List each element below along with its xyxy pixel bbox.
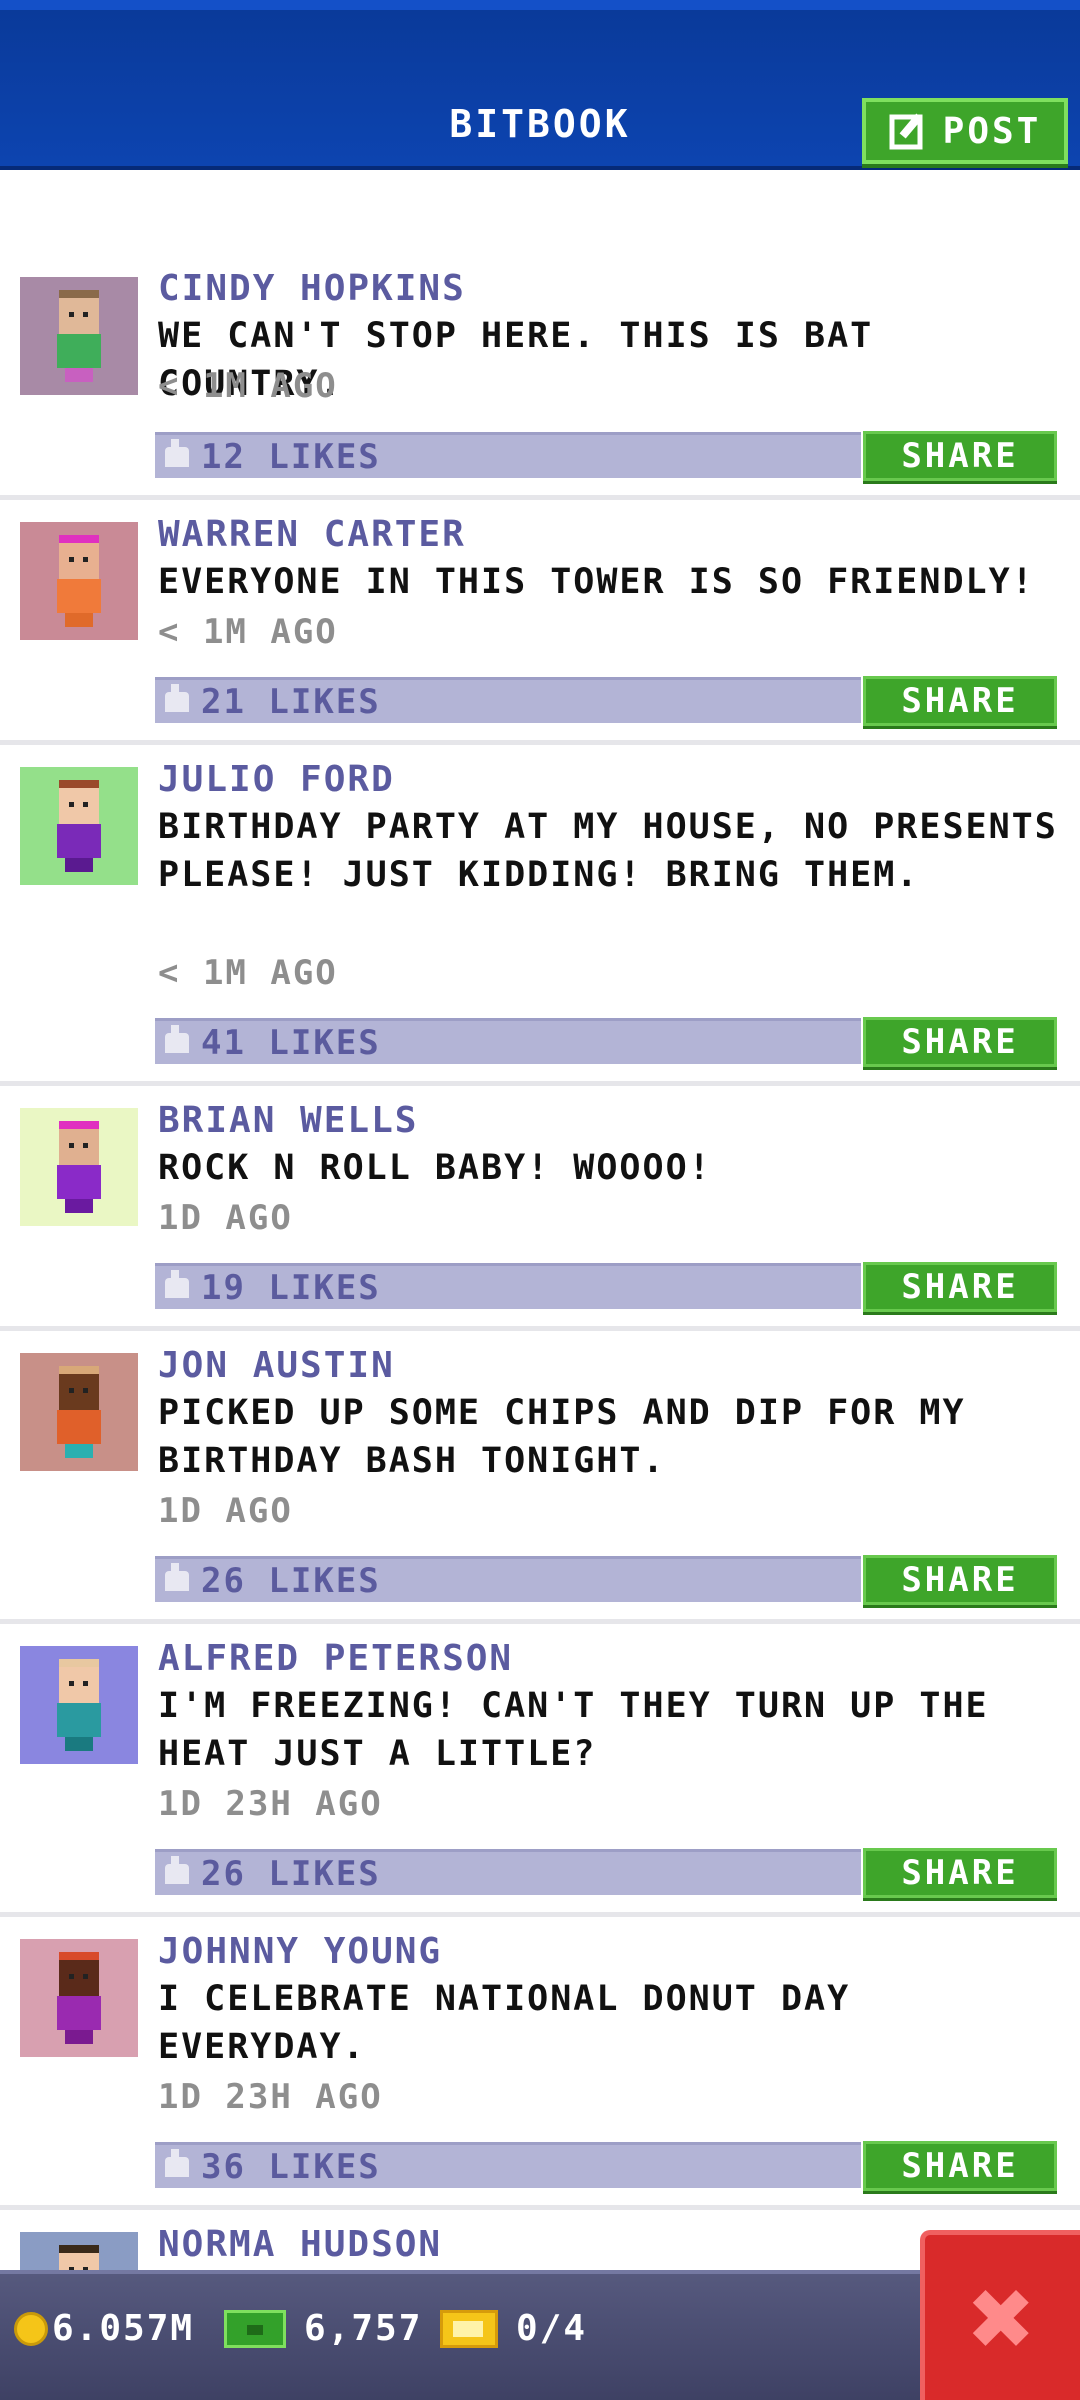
- share-button[interactable]: SHARE: [863, 1017, 1057, 1067]
- avatar[interactable]: [20, 1939, 138, 2057]
- post-text: I CELEBRATE NATIONAL DONUT DAY EVERYDAY.: [158, 1979, 851, 2067]
- post-author[interactable]: BRIAN WELLS: [158, 1100, 418, 1141]
- tickets-stat: 0/4: [440, 2308, 587, 2349]
- likes-count: 19 LIKES: [201, 1267, 381, 1308]
- avatar[interactable]: [20, 767, 138, 885]
- likes-bar[interactable]: 41 LIKES: [155, 1018, 861, 1064]
- post-time: < 1M AGO: [158, 953, 338, 993]
- post-button-label: POST: [942, 110, 1042, 152]
- like-icon: [165, 683, 189, 712]
- post-divider: [0, 1081, 1080, 1086]
- avatar[interactable]: [20, 1108, 138, 1226]
- person-sprite: [51, 776, 107, 876]
- post-time: 1D AGO: [158, 1491, 293, 1531]
- like-icon: [165, 1855, 189, 1884]
- feed-list[interactable]: CINDY HOPKINS WE CAN'T STOP HERE. THIS I…: [0, 170, 1080, 2270]
- like-icon: [165, 1562, 189, 1591]
- post-author[interactable]: WARREN CARTER: [158, 514, 466, 555]
- likes-count: 26 LIKES: [201, 1560, 381, 1601]
- person-sprite: [51, 1362, 107, 1462]
- likes-bar[interactable]: 36 LIKES: [155, 2142, 861, 2188]
- edit-icon: [889, 113, 923, 150]
- tickets-value: 0/4: [516, 2308, 588, 2349]
- avatar[interactable]: [20, 277, 138, 395]
- likes-bar[interactable]: 26 LIKES: [155, 1849, 861, 1895]
- person-sprite: [51, 1948, 107, 2048]
- post-divider: [0, 495, 1080, 500]
- person-sprite: [51, 286, 107, 386]
- post-author[interactable]: ALFRED PETERSON: [158, 1638, 513, 1679]
- post-author[interactable]: JOHNNY YOUNG: [158, 1931, 442, 1972]
- post-divider: [0, 1912, 1080, 1917]
- post-text: EVERYONE IN THIS TOWER IS SO FRIENDLY!: [158, 562, 1035, 602]
- share-button[interactable]: SHARE: [863, 2141, 1057, 2191]
- share-button[interactable]: SHARE: [863, 676, 1057, 726]
- person-sprite: [51, 1655, 107, 1755]
- person-sprite: [51, 1117, 107, 1217]
- post-author[interactable]: JON AUSTIN: [158, 1345, 395, 1386]
- likes-count: 36 LIKES: [201, 2146, 381, 2187]
- avatar[interactable]: [20, 2232, 138, 2270]
- post-text: ROCK N ROLL BABY! WOOOO!: [158, 1148, 712, 1188]
- likes-count: 21 LIKES: [201, 681, 381, 722]
- avatar[interactable]: [20, 1353, 138, 1471]
- likes-bar[interactable]: 19 LIKES: [155, 1263, 861, 1309]
- resource-bar: 6.057M 6,757 0/4: [0, 2270, 1080, 2400]
- post-time: 1D 23H AGO: [158, 1784, 383, 1824]
- share-button[interactable]: SHARE: [863, 431, 1057, 481]
- ticket-icon: [440, 2309, 498, 2348]
- close-icon: ✖: [969, 2253, 1036, 2382]
- like-icon: [165, 1024, 189, 1053]
- coins-value: 6.057M: [52, 2308, 195, 2349]
- post-time: 1D 23H AGO: [158, 2077, 383, 2117]
- post-author[interactable]: JULIO FORD: [158, 759, 395, 800]
- like-icon: [165, 438, 189, 467]
- post-divider: [0, 1326, 1080, 1331]
- app-header: BITBOOK POST: [0, 0, 1080, 170]
- share-button[interactable]: SHARE: [863, 1262, 1057, 1312]
- person-sprite: [51, 2241, 107, 2270]
- post-time: < 1M AGO: [158, 612, 338, 652]
- like-icon: [165, 2148, 189, 2177]
- post-text: PICKED UP SOME CHIPS AND DIP FOR MY BIRT…: [158, 1393, 966, 1481]
- bux-stat: 6,757: [224, 2308, 422, 2349]
- share-button[interactable]: SHARE: [863, 1555, 1057, 1605]
- close-button[interactable]: ✖: [920, 2230, 1080, 2400]
- likes-bar[interactable]: 12 LIKES: [155, 432, 861, 478]
- likes-bar[interactable]: 26 LIKES: [155, 1556, 861, 1602]
- post-time: 1D AGO: [158, 1198, 293, 1238]
- like-icon: [165, 1269, 189, 1298]
- likes-bar[interactable]: 21 LIKES: [155, 677, 861, 723]
- post-text: I'M FREEZING! CAN'T THEY TURN UP THE HEA…: [158, 1686, 989, 1774]
- avatar[interactable]: [20, 1646, 138, 1764]
- likes-count: 12 LIKES: [201, 436, 381, 477]
- coins-stat: 6.057M: [14, 2308, 194, 2349]
- post-author[interactable]: NORMA HUDSON: [158, 2224, 442, 2265]
- post-divider: [0, 2205, 1080, 2210]
- post-author[interactable]: CINDY HOPKINS: [158, 268, 466, 309]
- bux-icon: [224, 2309, 286, 2348]
- bux-value: 6,757: [304, 2308, 423, 2349]
- coin-icon: [14, 2311, 48, 2346]
- person-sprite: [51, 531, 107, 631]
- post-divider: [0, 1619, 1080, 1624]
- likes-count: 41 LIKES: [201, 1022, 381, 1063]
- share-button[interactable]: SHARE: [863, 1848, 1057, 1898]
- post-text: BIRTHDAY PARTY AT MY HOUSE, NO PRESENTS …: [158, 807, 1058, 895]
- post-time: < 1M AGO: [158, 366, 338, 406]
- likes-count: 26 LIKES: [201, 1853, 381, 1894]
- avatar[interactable]: [20, 522, 138, 640]
- post-divider: [0, 740, 1080, 745]
- post-button[interactable]: POST: [862, 98, 1068, 164]
